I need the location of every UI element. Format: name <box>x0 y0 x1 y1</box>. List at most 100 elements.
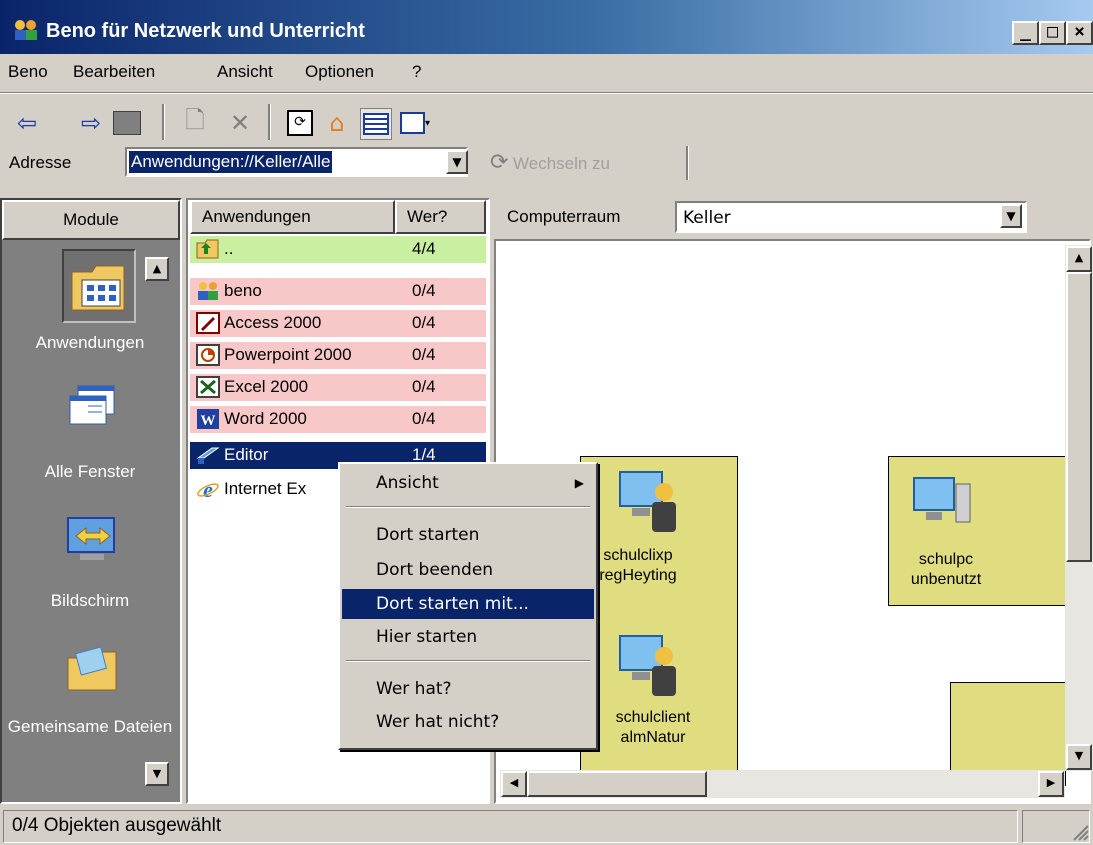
menu-bearbeiten[interactable]: Bearbeiten <box>73 62 155 82</box>
address-dropdown-button[interactable]: ▼ <box>446 150 468 174</box>
menu-item-dort-starten[interactable]: Dort starten <box>342 520 594 550</box>
modules-scroll-down-button[interactable]: ▼ <box>145 762 169 786</box>
go-button[interactable]: Wechseln zu <box>513 154 610 174</box>
computer-name: schulpc <box>918 551 974 568</box>
window-title: Beno für Netzwerk und Unterricht <box>46 20 365 42</box>
room-label: Computerraum <box>507 207 621 226</box>
list-item-name: Access 2000 <box>224 313 322 332</box>
delete-icon[interactable]: ✕ <box>225 108 255 138</box>
address-input[interactable]: Anwendungen://Keller/Alle <box>125 147 468 177</box>
list-item[interactable]: Powerpoint 2000 0/4 <box>190 342 486 369</box>
list-item[interactable]: W Word 2000 0/4 <box>190 406 486 433</box>
module-bildschirm-label[interactable]: Bildschirm <box>0 591 180 611</box>
toolbar-separator <box>686 146 689 180</box>
vertical-scroll-thumb[interactable] <box>1066 272 1092 562</box>
submenu-arrow-icon: ▶ <box>574 476 584 490</box>
forward-arrow-icon[interactable]: ⇨ <box>76 108 106 138</box>
menu-item-wer-hat[interactable]: Wer hat? <box>342 674 594 704</box>
users-icon <box>198 282 218 300</box>
up-folder-icon[interactable] <box>112 108 142 138</box>
computer-user: unbenutzt <box>910 571 982 588</box>
list-item-name: Excel 2000 <box>224 377 309 396</box>
computer-name: schulclient <box>615 709 691 726</box>
scroll-up-button[interactable]: ▲ <box>1066 246 1092 272</box>
divider <box>0 92 1093 94</box>
toolbar-separator <box>162 104 165 140</box>
module-anwendungen-label[interactable]: Anwendungen <box>0 333 180 353</box>
menu-help[interactable]: ? <box>412 62 421 82</box>
maximize-button[interactable]: □ <box>1039 21 1066 45</box>
minimize-button[interactable]: _ <box>1012 21 1039 45</box>
powerpoint-icon <box>196 344 220 366</box>
access-icon <box>196 312 220 334</box>
menu-bar: Beno Bearbeiten Ansicht Optionen ? <box>0 54 1093 90</box>
list-item-name: .. <box>224 239 234 258</box>
home-icon[interactable]: ⌂ <box>322 108 352 138</box>
menu-item-label: Ansicht <box>376 473 439 493</box>
refresh-icon[interactable]: ⟳ <box>285 108 315 138</box>
list-view-icon[interactable] <box>360 108 392 140</box>
windows-icon[interactable] <box>64 382 120 438</box>
word-icon: W <box>197 409 219 429</box>
list-item-count: 0/4 <box>412 345 436 364</box>
column-header-anwendungen[interactable]: Anwendungen <box>190 200 395 234</box>
list-item-name: Internet Ex <box>224 479 307 498</box>
list-item-name: Editor <box>224 445 269 464</box>
module-gemeinsame-dateien-label[interactable]: Gemeinsame Dateien <box>0 716 180 738</box>
room-dropdown-button[interactable]: ▼ <box>1000 204 1022 228</box>
toolbar-separator <box>268 104 271 140</box>
room-select[interactable]: Keller <box>675 201 1027 233</box>
list-item-count: 0/4 <box>412 313 436 332</box>
menu-item-wer-hat-nicht[interactable]: Wer hat nicht? <box>342 707 594 737</box>
computer-user: almNatur <box>620 729 686 746</box>
list-item-count: 4/4 <box>412 239 436 258</box>
list-item[interactable]: beno 0/4 <box>190 278 486 305</box>
back-arrow-icon[interactable]: ⇦ <box>12 108 42 138</box>
svg-text:W: W <box>201 413 216 429</box>
grid-view-icon[interactable]: ▾ <box>400 108 430 138</box>
list-item[interactable]: Access 2000 0/4 <box>190 310 486 337</box>
shared-files-icon[interactable] <box>64 640 120 696</box>
close-button[interactable]: × <box>1066 21 1093 45</box>
computer-user-icon <box>619 635 676 696</box>
column-header-wer[interactable]: Wer? <box>395 200 486 234</box>
modules-scroll-up-button[interactable]: ▲ <box>145 257 169 281</box>
new-document-icon[interactable]: 🗋 <box>180 106 210 138</box>
title-bar[interactable]: Beno für Netzwerk und Unterricht _ □ × <box>0 0 1093 54</box>
menu-beno[interactable]: Beno <box>8 62 48 82</box>
scroll-down-button[interactable]: ▼ <box>1066 744 1092 770</box>
folder-up-icon <box>196 239 219 259</box>
list-item-count: 0/4 <box>412 377 436 396</box>
computer-icon <box>913 477 971 523</box>
menu-optionen[interactable]: Optionen <box>305 62 374 82</box>
status-text: 0/4 Objekten ausgewählt <box>3 810 1018 843</box>
menu-separator <box>346 660 590 662</box>
list-item-count: 0/4 <box>412 409 436 428</box>
ie-icon: e <box>197 478 219 500</box>
notepad-icon <box>196 447 220 464</box>
list-item[interactable]: Excel 2000 0/4 <box>190 374 486 401</box>
context-menu: Ansicht ▶ Dort starten Dort beenden Dort… <box>338 462 598 750</box>
room-select-value: Keller <box>683 208 731 228</box>
scroll-right-button[interactable]: ▶ <box>1038 771 1064 797</box>
list-item-name: beno <box>224 281 262 300</box>
svg-text:e: e <box>203 478 213 500</box>
scroll-left-button[interactable]: ◀ <box>501 771 527 797</box>
horizontal-scroll-thumb[interactable] <box>527 771 707 797</box>
menu-item-ansicht[interactable]: Ansicht ▶ <box>342 468 594 498</box>
computer-name: schulclixp <box>603 547 673 564</box>
modules-header: Module <box>2 200 180 240</box>
computer-user: regHeyting <box>599 567 677 584</box>
app-icon <box>15 20 37 40</box>
screen-icon[interactable] <box>62 512 122 572</box>
applications-folder-icon[interactable] <box>68 256 130 316</box>
address-value: Anwendungen://Keller/Alle <box>129 151 333 173</box>
menu-item-dort-beenden[interactable]: Dort beenden <box>342 555 594 585</box>
menu-ansicht[interactable]: Ansicht <box>217 62 273 82</box>
menu-item-hier-starten[interactable]: Hier starten <box>342 622 594 652</box>
module-alle-fenster-label[interactable]: Alle Fenster <box>0 462 180 482</box>
resize-grip-icon[interactable] <box>1070 822 1090 842</box>
menu-separator <box>346 506 590 508</box>
menu-item-dort-starten-mit[interactable]: Dort starten mit... <box>342 589 594 619</box>
list-item[interactable]: .. 4/4 <box>190 236 486 263</box>
